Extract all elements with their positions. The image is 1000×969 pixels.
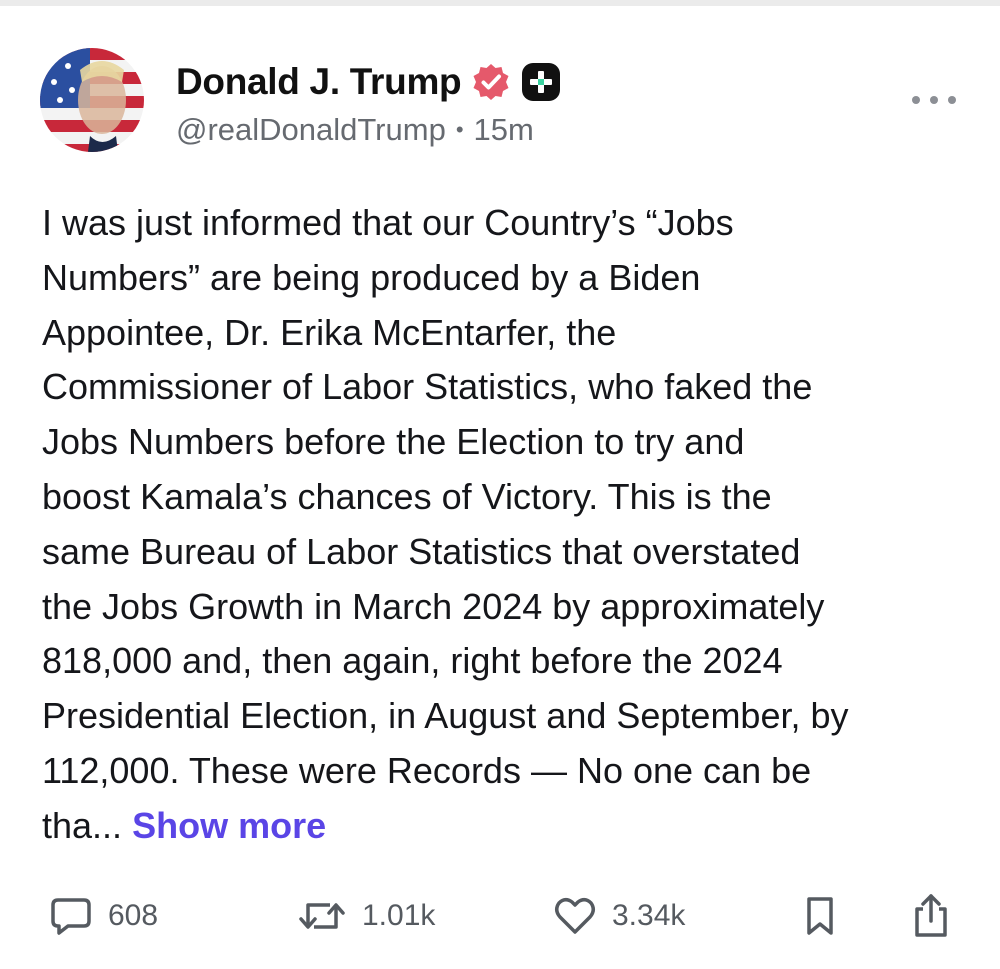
retruth-button[interactable]: 1.01k bbox=[296, 888, 435, 944]
avatar-image bbox=[40, 48, 144, 152]
more-dot bbox=[930, 96, 938, 104]
reply-button[interactable]: 608 bbox=[48, 888, 158, 944]
repost-icon bbox=[299, 903, 345, 929]
avatar[interactable] bbox=[40, 48, 144, 152]
share-button[interactable] bbox=[908, 888, 954, 944]
more-options-icon[interactable] bbox=[912, 90, 956, 110]
show-more-link[interactable]: Show more bbox=[132, 805, 326, 846]
retruth-count: 1.01k bbox=[362, 899, 436, 932]
meta-separator: • bbox=[455, 117, 464, 142]
truth-plus-badge-icon bbox=[521, 62, 561, 102]
more-dot bbox=[948, 96, 956, 104]
reply-count: 608 bbox=[108, 899, 159, 932]
like-button[interactable]: 3.34k bbox=[552, 888, 685, 944]
top-divider bbox=[0, 0, 1000, 6]
like-count: 3.34k bbox=[612, 899, 686, 932]
more-dot bbox=[912, 96, 920, 104]
post-body: I was just informed that our Country’s “… bbox=[42, 196, 972, 854]
post-text: I was just informed that our Country’s “… bbox=[42, 202, 849, 846]
heart-icon bbox=[555, 898, 595, 934]
bookmark-button[interactable] bbox=[800, 888, 840, 944]
share-icon bbox=[915, 894, 947, 937]
comment-icon bbox=[51, 898, 91, 935]
author-name-row: Donald J. Trump bbox=[176, 56, 561, 108]
author-display-name[interactable]: Donald J. Trump bbox=[176, 61, 462, 103]
author-handle[interactable]: @realDonaldTrump bbox=[176, 112, 446, 148]
action-bar: 608 1.01k 3.34k bbox=[0, 888, 1000, 944]
post-timestamp[interactable]: 15m bbox=[474, 112, 534, 148]
author-meta: @realDonaldTrump • 15m bbox=[176, 112, 534, 148]
verified-badge-icon bbox=[471, 62, 511, 102]
bookmark-icon bbox=[807, 897, 833, 935]
